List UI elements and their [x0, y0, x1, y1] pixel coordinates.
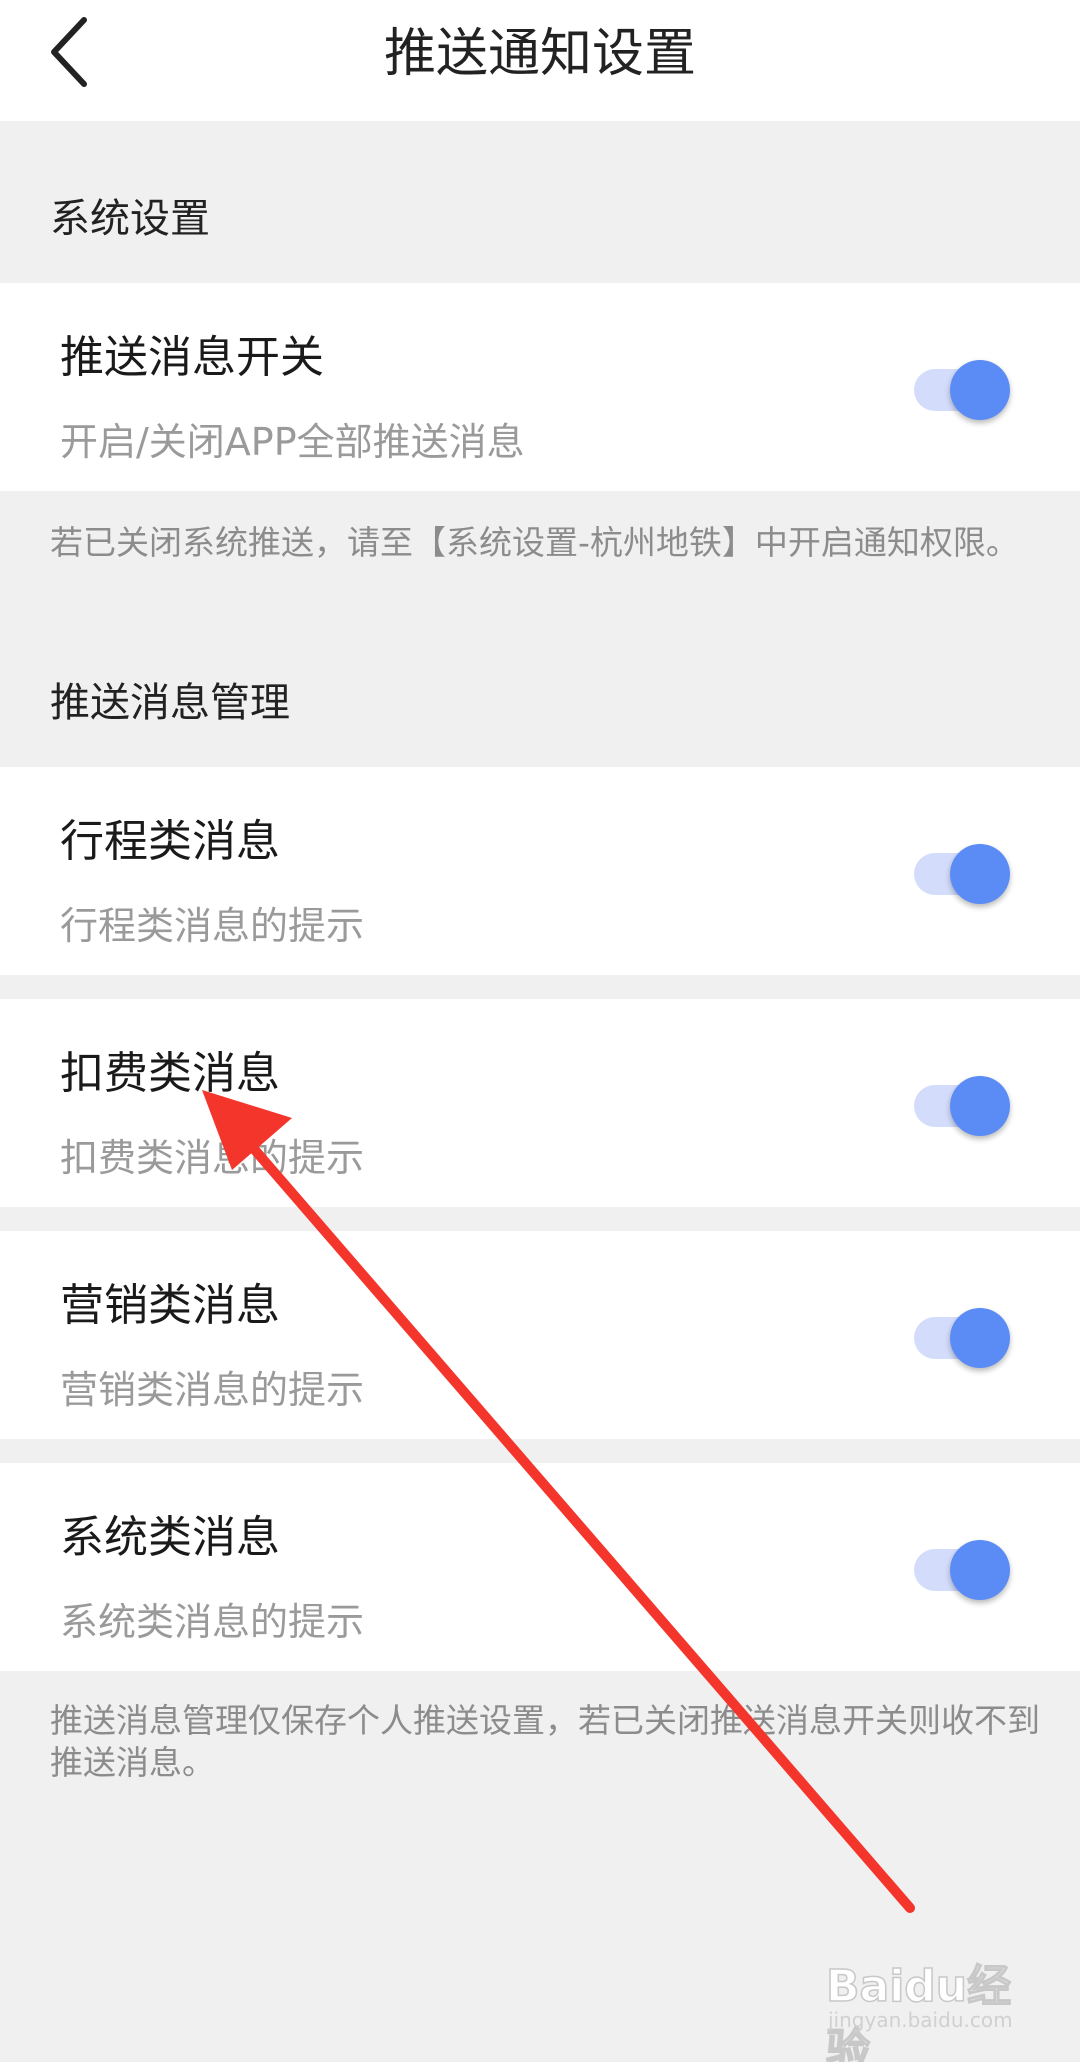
- fee-message-row: 扣费类消息 扣费类消息的提示: [0, 999, 1080, 1207]
- top-bar: 推送通知设置: [0, 0, 1080, 121]
- toggle-knob: [950, 1540, 1010, 1600]
- row-title: 推送消息开关: [60, 332, 324, 383]
- row-title: 行程类消息: [60, 816, 280, 867]
- watermark: Baidu经验 jingyan.baidu.com: [825, 1950, 1046, 2062]
- row-subtitle: 系统类消息的提示: [60, 1600, 365, 1644]
- trip-message-toggle[interactable]: [910, 843, 1010, 907]
- marketing-message-toggle[interactable]: [910, 1307, 1010, 1371]
- marketing-message-row: 营销类消息 营销类消息的提示: [0, 1231, 1080, 1439]
- push-master-switch-row: 推送消息开关 开启/关闭APP全部推送消息: [0, 283, 1080, 491]
- toggle-knob: [950, 1308, 1010, 1368]
- toggle-knob: [950, 360, 1010, 420]
- manage-note: 推送消息管理仅保存个人推送设置，若已关闭推送消息开关则收不到推送消息。: [50, 1701, 1040, 1782]
- section-title-manage: 推送消息管理: [50, 680, 290, 726]
- watermark-url: jingyan.baidu.com: [828, 2008, 1013, 2032]
- page-title: 推送通知设置: [383, 24, 696, 84]
- row-title: 营销类消息: [60, 1280, 280, 1331]
- system-message-row: 系统类消息 系统类消息的提示: [0, 1463, 1080, 1671]
- row-subtitle: 营销类消息的提示: [60, 1368, 365, 1412]
- section-title-system: 系统设置: [50, 196, 210, 242]
- trip-message-row: 行程类消息 行程类消息的提示: [0, 767, 1080, 975]
- system-permission-note: 若已关闭系统推送，请至【系统设置-杭州地铁】中开启通知权限。: [50, 523, 1019, 562]
- row-subtitle: 行程类消息的提示: [60, 904, 365, 948]
- fee-message-toggle[interactable]: [910, 1075, 1010, 1139]
- row-subtitle: 开启/关闭APP全部推送消息: [60, 420, 525, 464]
- toggle-knob: [950, 844, 1010, 904]
- toggle-knob: [950, 1076, 1010, 1136]
- push-master-toggle[interactable]: [910, 359, 1010, 423]
- system-message-toggle[interactable]: [910, 1539, 1010, 1603]
- row-title: 系统类消息: [60, 1512, 280, 1563]
- row-title: 扣费类消息: [60, 1048, 280, 1099]
- row-subtitle: 扣费类消息的提示: [60, 1136, 365, 1180]
- watermark-brand: Baidu经验: [825, 1960, 1012, 2062]
